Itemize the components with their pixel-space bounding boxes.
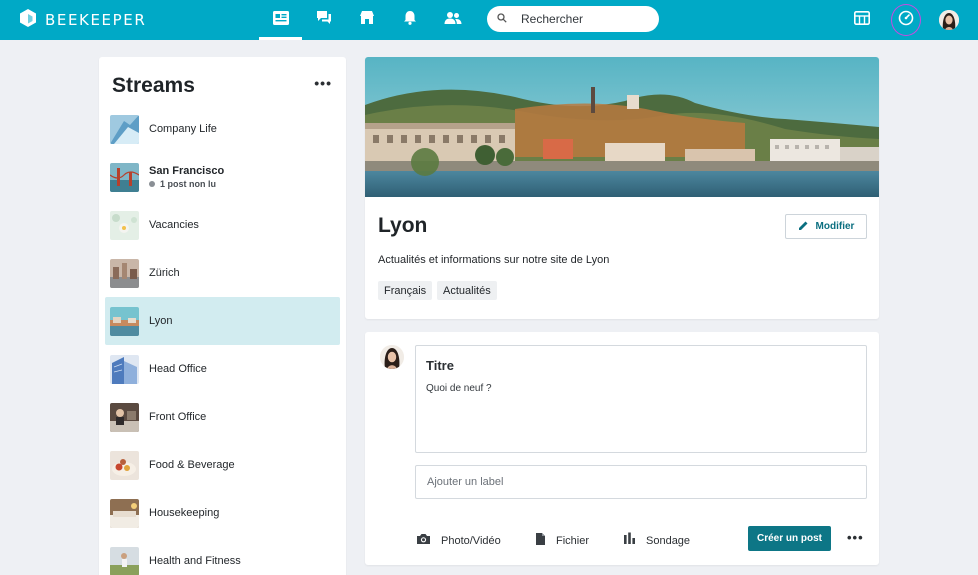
- brand[interactable]: BEEKEEPER: [18, 8, 146, 32]
- brand-name: BEEKEEPER: [45, 11, 147, 29]
- post-body-field[interactable]: Quoi de neuf ?: [426, 383, 492, 394]
- edit-stream-button[interactable]: Modifier: [785, 214, 867, 239]
- stream-description: Actualités et informations sur notre sit…: [378, 254, 610, 266]
- unread-count: 1 post non lu: [160, 179, 216, 189]
- photo-video-label: Photo/Vidéo: [441, 535, 501, 547]
- label-input[interactable]: Ajouter un label: [415, 465, 867, 499]
- stream-label: Food & Beverage: [149, 459, 235, 471]
- file-label: Fichier: [556, 535, 590, 547]
- pencil-icon: [798, 218, 809, 236]
- streams-sidebar: Streams ••• Company Life San Francisco 1…: [99, 57, 346, 575]
- stream-label: Health and Fitness: [149, 555, 241, 567]
- stream-item-zurich[interactable]: Zürich: [105, 249, 340, 297]
- stream-thumbnail: [110, 306, 139, 336]
- stream-thumbnail: [110, 210, 139, 240]
- unread-dot-icon: [149, 181, 155, 187]
- create-post-button[interactable]: Créer un post: [748, 526, 831, 551]
- stream-item-housekeeping[interactable]: Housekeeping: [105, 489, 340, 537]
- avatar: [380, 345, 404, 369]
- nav-chat[interactable]: [302, 0, 345, 40]
- stream-thumbnail: [110, 450, 139, 480]
- unread-indicator: 1 post non lu: [149, 179, 224, 189]
- bell-icon: [403, 10, 417, 30]
- poll-label: Sondage: [646, 535, 691, 547]
- stream-item-head-office[interactable]: Head Office: [105, 345, 340, 393]
- nav-people[interactable]: [431, 0, 474, 40]
- dashboard-highlight-ring: [891, 4, 921, 36]
- dashboard-button[interactable]: [891, 0, 921, 40]
- poll-button[interactable]: Sondage: [623, 532, 690, 550]
- stream-label: Vacancies: [149, 219, 199, 231]
- edit-label: Modifier: [815, 221, 855, 232]
- stream-label: Head Office: [149, 363, 207, 375]
- stream-thumbnail: [110, 498, 139, 528]
- stream-label: Housekeeping: [149, 507, 220, 519]
- search-input[interactable]: Rechercher: [487, 6, 659, 32]
- nav-notifications[interactable]: [388, 0, 431, 40]
- stream-header-card: Lyon Modifier Actualités et informations…: [365, 57, 879, 319]
- file-icon: [535, 532, 546, 551]
- chat-icon: [316, 10, 332, 30]
- stream-label: Company Life: [149, 123, 217, 135]
- widgets-button[interactable]: [847, 0, 877, 40]
- profile-button[interactable]: [934, 0, 964, 40]
- stream-label: San Francisco: [149, 165, 225, 177]
- file-button[interactable]: Fichier: [535, 532, 589, 550]
- nav-shop[interactable]: [345, 0, 388, 40]
- poll-icon: [623, 532, 636, 550]
- composer-more-button[interactable]: •••: [847, 530, 864, 545]
- top-bar: BEEKEEPER Rechercher: [0, 0, 978, 40]
- people-icon: [444, 11, 462, 30]
- feed-icon: [272, 10, 289, 30]
- stream-label: Zürich: [149, 267, 180, 279]
- stream-label: Front Office: [149, 411, 207, 423]
- stream-thumbnail: [110, 546, 139, 575]
- post-title-field[interactable]: Titre: [426, 358, 454, 373]
- stream-item-vacancies[interactable]: Vacancies: [105, 201, 340, 249]
- stream-thumbnail: [110, 114, 139, 144]
- speedometer-icon: [898, 10, 914, 31]
- tag-actualites[interactable]: Actualités: [437, 281, 497, 300]
- tag-francais[interactable]: Français: [378, 281, 433, 300]
- stream-thumbnail: [110, 402, 139, 432]
- nav-feed[interactable]: [259, 0, 302, 40]
- stream-title: Lyon: [378, 214, 428, 237]
- avatar: [939, 10, 959, 30]
- stream-thumbnail: [110, 162, 139, 192]
- beekeeper-logo-icon: [18, 8, 38, 33]
- stream-item-lyon[interactable]: Lyon: [105, 297, 340, 345]
- stream-item-company-life[interactable]: Company Life: [105, 105, 340, 153]
- widgets-icon: [854, 10, 870, 30]
- post-text-area[interactable]: Titre Quoi de neuf ?: [415, 345, 867, 453]
- sidebar-title: Streams: [112, 74, 195, 97]
- stream-thumbnail: [110, 258, 139, 288]
- stream-item-health-fitness[interactable]: Health and Fitness: [105, 537, 340, 575]
- stream-thumbnail: [110, 354, 139, 384]
- stream-item-san-francisco[interactable]: San Francisco 1 post non lu: [105, 153, 340, 201]
- search-placeholder: Rechercher: [521, 12, 584, 26]
- photo-video-button[interactable]: Photo/Vidéo: [416, 532, 501, 550]
- shop-icon: [359, 10, 375, 30]
- stream-item-front-office[interactable]: Front Office: [105, 393, 340, 441]
- post-composer-card: Titre Quoi de neuf ? Ajouter un label Ph…: [365, 332, 879, 565]
- stream-item-food-beverage[interactable]: Food & Beverage: [105, 441, 340, 489]
- search-icon: [497, 10, 507, 28]
- sidebar-more-button[interactable]: •••: [314, 75, 332, 91]
- cover-image: [365, 57, 879, 197]
- stream-label: Lyon: [149, 315, 173, 327]
- camera-icon: [416, 532, 431, 550]
